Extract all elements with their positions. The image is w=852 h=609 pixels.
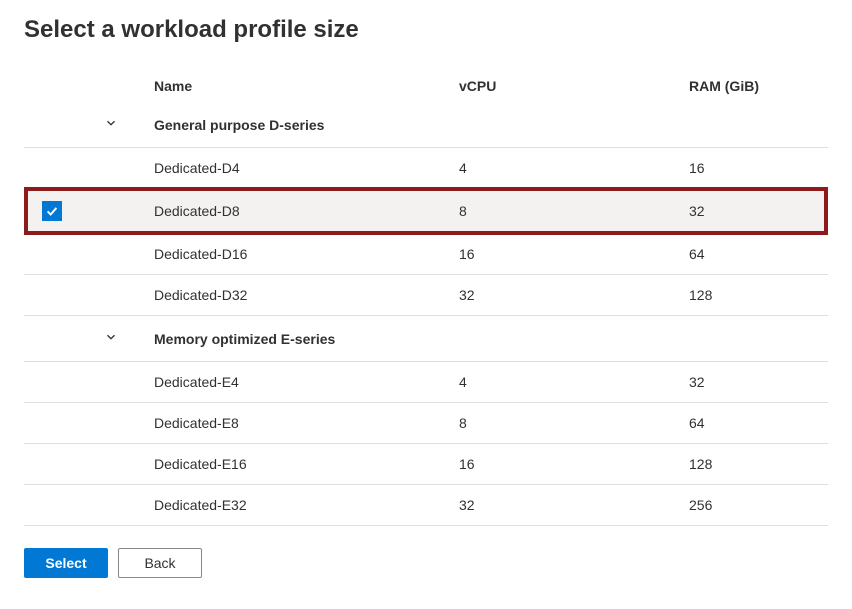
row-vcpu: 4 xyxy=(459,148,689,189)
row-vcpu: 8 xyxy=(459,189,689,234)
column-header-ram[interactable]: RAM (GiB) xyxy=(689,68,828,102)
select-button[interactable]: Select xyxy=(24,548,108,578)
row-ram: 64 xyxy=(689,234,828,275)
row-ram: 64 xyxy=(689,403,828,444)
row-name: Dedicated-D32 xyxy=(154,275,459,316)
page-title: Select a workload profile size xyxy=(24,16,828,44)
row-vcpu: 32 xyxy=(459,485,689,526)
row-name: Dedicated-E8 xyxy=(154,403,459,444)
table-row[interactable]: Dedicated-E3232256 xyxy=(24,485,828,526)
row-name: Dedicated-E32 xyxy=(154,485,459,526)
row-vcpu: 4 xyxy=(459,362,689,403)
row-vcpu: 16 xyxy=(459,444,689,485)
row-name: Dedicated-D4 xyxy=(154,148,459,189)
table-row[interactable]: Dedicated-D161664 xyxy=(24,234,828,275)
row-name: Dedicated-D16 xyxy=(154,234,459,275)
row-name: Dedicated-D8 xyxy=(154,189,459,234)
group-row[interactable]: General purpose D-series xyxy=(24,102,828,148)
row-ram: 16 xyxy=(689,148,828,189)
footer-actions: Select Back xyxy=(24,548,828,578)
row-name: Dedicated-E4 xyxy=(154,362,459,403)
group-label: Memory optimized E-series xyxy=(154,316,459,362)
row-ram: 32 xyxy=(689,362,828,403)
chevron-down-icon xyxy=(104,331,118,347)
column-header-name[interactable]: Name xyxy=(154,68,459,102)
row-ram: 32 xyxy=(689,189,828,234)
group-row[interactable]: Memory optimized E-series xyxy=(24,316,828,362)
row-ram: 128 xyxy=(689,275,828,316)
profile-table: Name vCPU RAM (GiB) General purpose D-se… xyxy=(24,68,828,526)
row-ram: 128 xyxy=(689,444,828,485)
row-ram: 256 xyxy=(689,485,828,526)
table-row[interactable]: Dedicated-D4416 xyxy=(24,148,828,189)
back-button[interactable]: Back xyxy=(118,548,202,578)
table-row[interactable]: Dedicated-D3232128 xyxy=(24,275,828,316)
row-name: Dedicated-E16 xyxy=(154,444,459,485)
group-label: General purpose D-series xyxy=(154,102,459,148)
column-header-vcpu[interactable]: vCPU xyxy=(459,68,689,102)
table-header-row: Name vCPU RAM (GiB) xyxy=(24,68,828,102)
table-row[interactable]: Dedicated-E1616128 xyxy=(24,444,828,485)
row-vcpu: 8 xyxy=(459,403,689,444)
table-row[interactable]: Dedicated-D8832 xyxy=(24,189,828,234)
chevron-down-icon xyxy=(104,117,118,133)
checkbox-checked-icon[interactable] xyxy=(42,201,62,221)
row-vcpu: 16 xyxy=(459,234,689,275)
table-row[interactable]: Dedicated-E8864 xyxy=(24,403,828,444)
table-row[interactable]: Dedicated-E4432 xyxy=(24,362,828,403)
row-vcpu: 32 xyxy=(459,275,689,316)
